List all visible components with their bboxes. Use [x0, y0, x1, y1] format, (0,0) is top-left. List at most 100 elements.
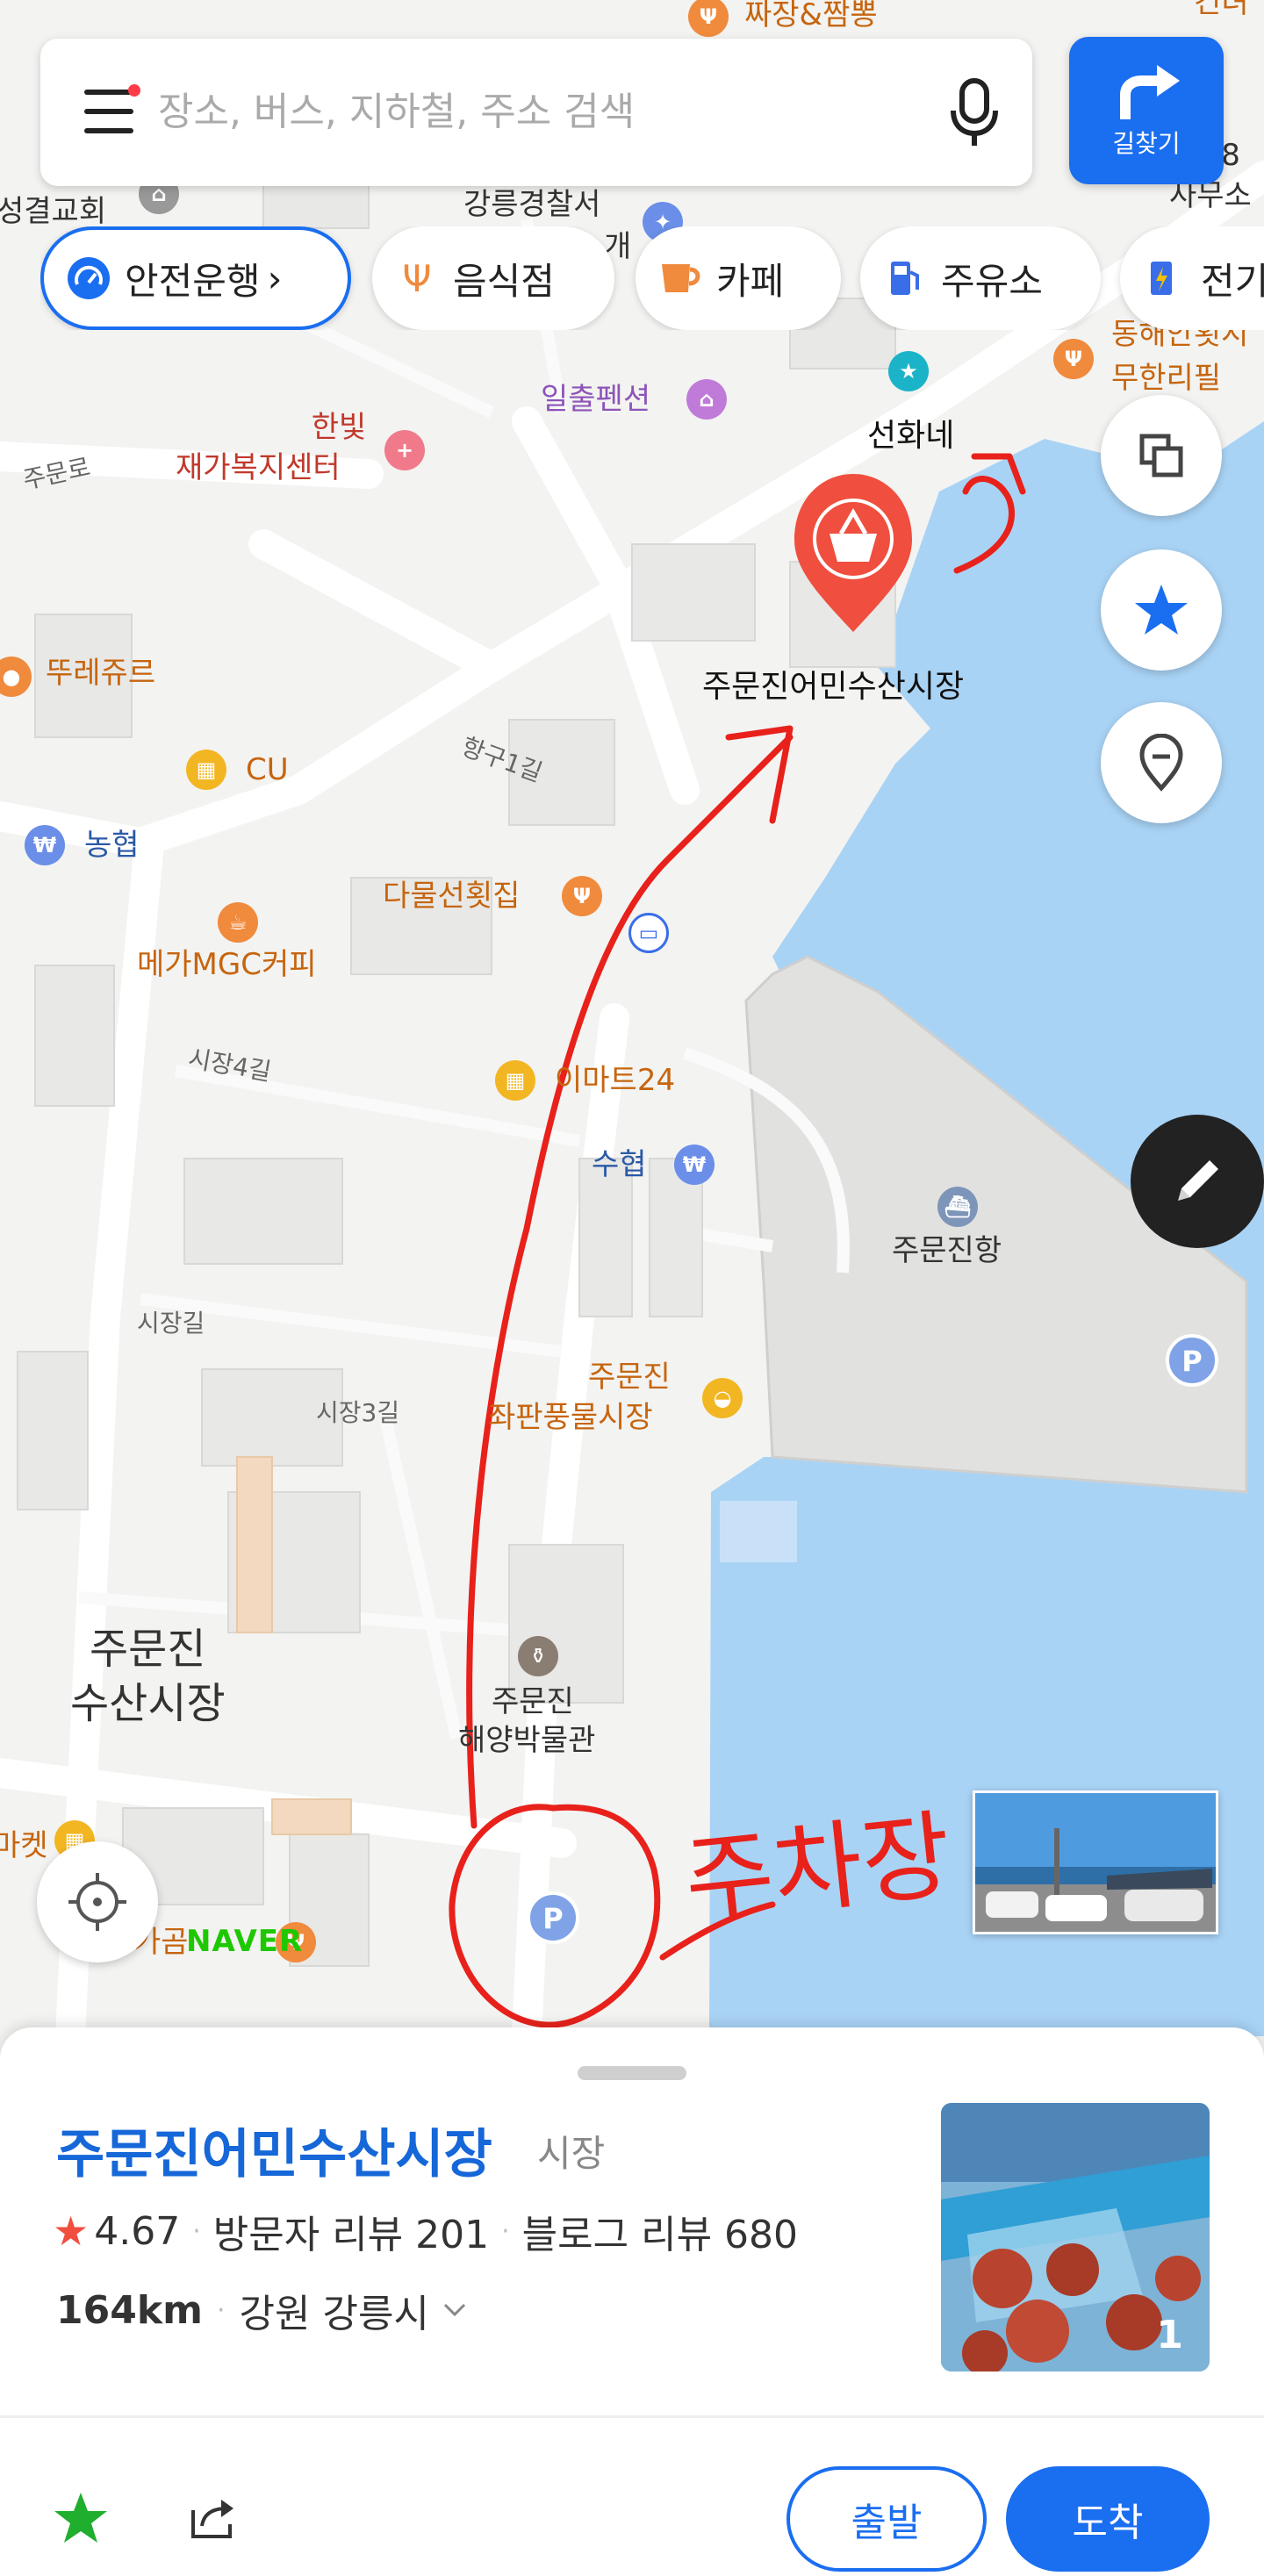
current-location-button[interactable]	[37, 1841, 158, 1962]
map-label: 해양박물관	[458, 1723, 596, 1758]
map-label: 무한리필	[1111, 361, 1222, 396]
map-label: 건녀	[1194, 0, 1249, 20]
map-label: 한빛	[311, 410, 367, 445]
map-label: CU	[246, 752, 289, 787]
rating-star-icon: ★	[53, 2207, 90, 2255]
sheet-drag-handle[interactable]	[578, 2066, 686, 2080]
crosshair-icon	[68, 1873, 126, 1931]
favorite-star-icon[interactable]	[53, 2491, 109, 2545]
map-label: 좌판풍물시장	[488, 1400, 653, 1435]
map-label: 주문진	[492, 1684, 574, 1719]
rating-value: 4.67	[94, 2208, 181, 2254]
favorites-button[interactable]	[1101, 549, 1222, 671]
bus-stop-icon[interactable]: ▭	[628, 913, 669, 953]
market-icon[interactable]: ◒	[702, 1378, 743, 1418]
map-label: 농협	[84, 828, 140, 863]
map-label: 뚜레쥬르	[46, 656, 156, 691]
map-label: 시장3길	[316, 1398, 400, 1427]
separator: ·	[501, 2215, 510, 2247]
separator: ·	[192, 2215, 201, 2247]
coffee-cup-icon	[658, 256, 702, 300]
map-label: 주문진항	[892, 1233, 1002, 1268]
visitor-reviews-link[interactable]: 방문자 리뷰 201	[213, 2203, 489, 2259]
start-button[interactable]: 출발	[786, 2466, 987, 2572]
cafe-icon[interactable]: ☕	[218, 902, 258, 943]
map-label: 일출펜션	[541, 382, 651, 417]
chip-label: 카페	[716, 259, 785, 303]
blog-reviews-link[interactable]: 블로그 리뷰 680	[522, 2203, 798, 2259]
store-icon[interactable]: ▦	[495, 1060, 535, 1101]
region-dropdown[interactable]: 강원 강릉시	[240, 2282, 429, 2338]
fork-knife-icon: Ψ	[402, 256, 432, 300]
chip-ev-charging[interactable]: 전기	[1120, 226, 1264, 330]
ev-charger-icon	[1143, 256, 1187, 300]
fuel-pump-icon	[883, 256, 927, 300]
pension-icon[interactable]: ⌂	[686, 379, 727, 420]
map-label: 시장길	[137, 1309, 205, 1338]
chip-label: 음식점	[453, 259, 555, 303]
bank-icon[interactable]: ₩	[25, 825, 65, 865]
map-view[interactable]: P P Ψ + ⌂ ★ Ψ ● ▦ ₩ Ψ ▭ ☕ ▦ ₩ ⛴ ◒ ⚱ ▦ Ψ …	[0, 0, 1264, 2036]
edit-pen-button[interactable]	[1131, 1115, 1264, 1248]
map-label: 성결교회	[0, 194, 107, 229]
store-icon[interactable]: ▦	[186, 750, 226, 790]
photo-count: 1	[1156, 2313, 1183, 2357]
layers-icon	[1139, 434, 1183, 477]
chevron-right-icon: ›	[267, 256, 283, 300]
hospital-icon[interactable]: +	[384, 430, 425, 470]
category-chips: 안전운행 › Ψ 음식점 카페 주유소 전기	[40, 226, 1264, 330]
location-pin-icon	[1139, 734, 1183, 792]
chip-restaurants[interactable]: Ψ 음식점	[372, 226, 614, 330]
search-bar[interactable]: 장소, 버스, 지하철, 주소 검색	[40, 39, 1032, 186]
map-label: 다물선횟집	[383, 879, 521, 914]
separator: ·	[216, 2294, 226, 2326]
favorite-star-icon[interactable]: ★	[888, 351, 929, 391]
map-label: 짜장&짬뽕	[744, 0, 878, 32]
chevron-down-icon[interactable]	[442, 2301, 468, 2319]
chip-cafe[interactable]: 카페	[636, 226, 841, 330]
chip-label: 안전운행	[125, 259, 261, 303]
search-input[interactable]: 장소, 버스, 지하철, 주소 검색	[158, 39, 635, 186]
map-label: 주문진	[588, 1360, 671, 1395]
place-info-sheet[interactable]: 주문진어민수산시장 시장 ★ 4.67 · 방문자 리뷰 201 · 블로그 리…	[0, 2027, 1264, 2576]
map-area-label: 수산시장	[70, 1679, 226, 1728]
museum-icon[interactable]: ⚱	[518, 1636, 558, 1676]
map-area-label: 주문진	[90, 1625, 206, 1674]
turn-right-arrow-icon	[1120, 65, 1180, 119]
layers-button[interactable]	[1101, 395, 1222, 516]
chip-safe-driving[interactable]: 안전운행 ›	[40, 226, 351, 330]
street-view-thumbnail[interactable]	[973, 1790, 1218, 1934]
arrive-button[interactable]: 도착	[1006, 2466, 1210, 2572]
bank-icon[interactable]: ₩	[674, 1144, 715, 1185]
directions-label: 길찾기	[1112, 129, 1181, 158]
ferry-icon[interactable]: ⛴	[937, 1187, 978, 1227]
selected-place-label[interactable]: 주문진어민수산시장	[702, 669, 964, 705]
naver-logo: NAVER	[186, 1924, 304, 1959]
chip-gas-station[interactable]: 주유소	[860, 226, 1101, 330]
directions-button[interactable]: 길찾기	[1069, 37, 1224, 184]
chip-label: 전기	[1201, 259, 1264, 303]
place-name[interactable]: 주문진어민수산시장	[56, 2112, 492, 2188]
place-photo[interactable]: 1	[941, 2103, 1210, 2371]
star-icon	[1135, 585, 1188, 635]
map-label: 선화네	[867, 418, 955, 454]
map-label: 강릉경찰서	[463, 187, 601, 222]
divider	[0, 2415, 1264, 2418]
restaurant-icon[interactable]: Ψ	[1053, 339, 1094, 379]
speedometer-icon	[67, 256, 111, 300]
menu-icon[interactable]	[84, 84, 140, 133]
rating-row: ★ 4.67 · 방문자 리뷰 201 · 블로그 리뷰 680	[53, 2203, 798, 2259]
distance-row: 164km · 강원 강릉시	[56, 2282, 468, 2338]
map-label: 수협	[592, 1147, 647, 1182]
share-icon[interactable]	[188, 2493, 241, 2542]
notification-dot	[128, 84, 140, 97]
map-label: 이마트24	[555, 1063, 676, 1098]
restaurant-icon[interactable]: Ψ	[562, 876, 602, 916]
place-category: 시장	[537, 2132, 606, 2175]
svg-text:P: P	[1181, 1345, 1202, 1378]
pencil-icon	[1178, 1160, 1218, 1201]
map-label: 메가MGC커피	[137, 947, 317, 982]
save-location-button[interactable]	[1101, 702, 1222, 823]
microphone-icon[interactable]	[948, 77, 1001, 147]
map-label: 재가복지센터	[176, 450, 341, 485]
